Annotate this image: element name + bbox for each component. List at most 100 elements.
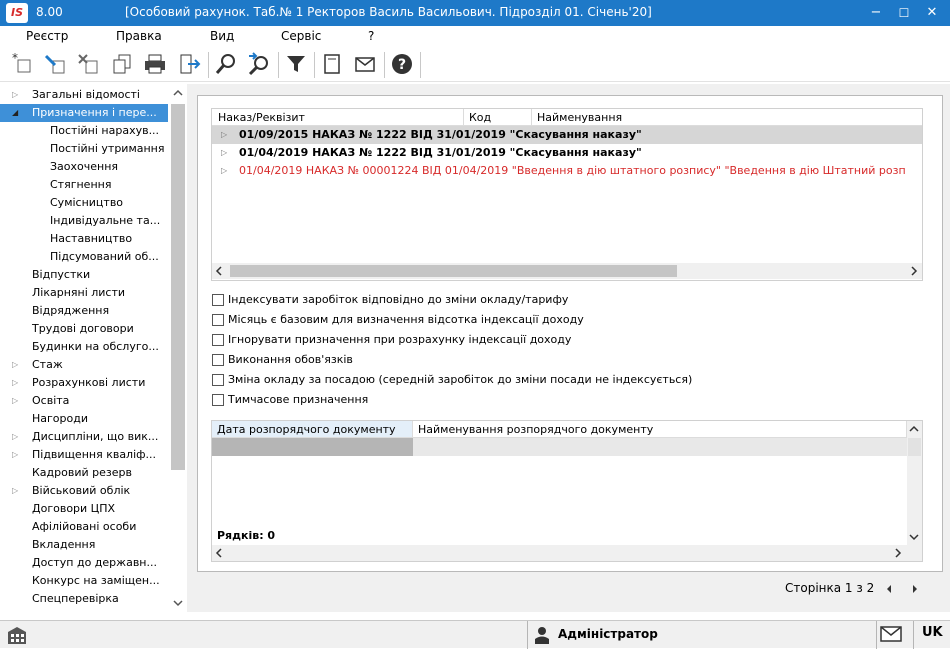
minimize-button[interactable]: − bbox=[862, 0, 890, 26]
menu-edit[interactable]: Правка bbox=[116, 29, 162, 43]
sidebar-item[interactable]: Відпустки bbox=[0, 266, 168, 284]
scroll-up-icon[interactable] bbox=[909, 424, 919, 434]
row-expand-icon[interactable]: ▷ bbox=[221, 162, 227, 180]
sidebar-item[interactable]: Постійні утримання bbox=[0, 140, 168, 158]
sidebar-item[interactable]: Афілійовані особи bbox=[0, 518, 168, 536]
status-bar: Адміністратор UK bbox=[0, 620, 950, 649]
close-button[interactable]: ✕ bbox=[918, 0, 946, 26]
sidebar-item[interactable]: Доступ до державн... bbox=[0, 554, 168, 572]
sidebar-item[interactable]: Лікарняні листи bbox=[0, 284, 168, 302]
sidebar-item[interactable]: Нагороди bbox=[0, 410, 168, 428]
expand-icon[interactable]: ▷ bbox=[12, 86, 18, 104]
find-next-icon[interactable] bbox=[247, 52, 271, 76]
exit-icon[interactable] bbox=[177, 52, 201, 76]
scroll-left-icon[interactable] bbox=[214, 266, 224, 276]
checkbox-box[interactable] bbox=[212, 294, 224, 306]
document-icon[interactable] bbox=[320, 52, 344, 76]
orders-hscroll-thumb[interactable] bbox=[230, 265, 677, 277]
sidebar-item[interactable]: Індивідуальне та... bbox=[0, 212, 168, 230]
sidebar-item[interactable]: Підсумований об... bbox=[0, 248, 168, 266]
expand-icon[interactable]: ▷ bbox=[12, 392, 18, 410]
scroll-down-icon[interactable] bbox=[909, 532, 919, 542]
toolbar-separator bbox=[420, 52, 421, 78]
column-code[interactable]: Код bbox=[464, 109, 532, 126]
sidebar-item[interactable]: ▷ Підвищення кваліф... bbox=[0, 446, 168, 464]
sidebar-item[interactable]: Вкладення bbox=[0, 536, 168, 554]
sidebar-item[interactable]: ▷ Загальні відомості bbox=[0, 86, 168, 104]
sidebar-item[interactable]: ▷ Освіта bbox=[0, 392, 168, 410]
sidebar-item[interactable]: Постійні нарахув... bbox=[0, 122, 168, 140]
sidebar: ▷ Загальні відомості ◢ Призначення і пере..… bbox=[0, 84, 186, 612]
row-expand-icon[interactable]: ▷ bbox=[221, 144, 227, 162]
sidebar-item[interactable]: Сумісництво bbox=[0, 194, 168, 212]
menu-view[interactable]: Вид bbox=[210, 29, 234, 43]
expand-icon[interactable]: ▷ bbox=[12, 374, 18, 392]
column-doc-date[interactable]: Дата розпорядчого документу bbox=[212, 421, 413, 438]
language-indicator[interactable]: UK bbox=[922, 625, 943, 640]
next-page-icon[interactable] bbox=[910, 584, 920, 594]
sidebar-item[interactable]: Трудові договори bbox=[0, 320, 168, 338]
docs-vscroll-thumb[interactable] bbox=[908, 438, 921, 456]
sidebar-item[interactable]: Спецперевірка bbox=[0, 590, 168, 608]
sidebar-item[interactable]: ▷ Дисципліни, що вик... bbox=[0, 428, 168, 446]
scroll-right-icon[interactable] bbox=[893, 548, 903, 558]
expand-icon[interactable]: ▷ bbox=[12, 482, 18, 500]
docs-hscrollbar[interactable] bbox=[212, 545, 922, 561]
checkbox-box[interactable] bbox=[212, 334, 224, 346]
sidebar-item[interactable]: Договори ЦПХ bbox=[0, 500, 168, 518]
sidebar-item[interactable]: Будинки на обслуго... bbox=[0, 338, 168, 356]
add-icon[interactable]: * bbox=[10, 52, 34, 76]
menu-service[interactable]: Сервіс bbox=[281, 29, 321, 43]
menu-help[interactable]: ? bbox=[368, 29, 374, 43]
building-icon[interactable] bbox=[6, 624, 28, 646]
sidebar-item[interactable]: Відрядження bbox=[0, 302, 168, 320]
help-icon[interactable]: ? bbox=[390, 52, 414, 76]
filter-icon[interactable] bbox=[284, 52, 308, 76]
delete-icon[interactable] bbox=[76, 52, 100, 76]
scroll-up-icon[interactable] bbox=[172, 88, 184, 98]
sidebar-item[interactable]: ▷ Військовий облік bbox=[0, 482, 168, 500]
find-icon[interactable] bbox=[214, 52, 238, 76]
prev-page-icon[interactable] bbox=[884, 584, 894, 594]
table-row[interactable]: ▷ 01/04/2019 НАКАЗ № 1222 ВІД 31/01/2019… bbox=[212, 144, 922, 162]
table-cell[interactable] bbox=[212, 438, 413, 456]
app-logo: IS bbox=[6, 3, 28, 23]
sidebar-item[interactable]: Заохочення bbox=[0, 158, 168, 176]
table-row[interactable]: ▷ 01/04/2019 НАКАЗ № 00001224 ВІД 01/04/… bbox=[212, 162, 922, 180]
sidebar-item[interactable]: Кадровий резерв bbox=[0, 464, 168, 482]
sidebar-item[interactable]: ▷ Розрахункові листи bbox=[0, 374, 168, 392]
column-order[interactable]: Наказ/Реквізит bbox=[212, 109, 464, 126]
sidebar-item[interactable]: Конкурс на заміщен... bbox=[0, 572, 168, 590]
table-row[interactable]: ▷ 01/09/2015 НАКАЗ № 1222 ВІД 31/01/2019… bbox=[212, 126, 922, 144]
row-expand-icon[interactable]: ▷ bbox=[221, 126, 227, 144]
expand-icon[interactable]: ▷ bbox=[12, 446, 18, 464]
toolbar-separator bbox=[384, 52, 385, 78]
scroll-left-icon[interactable] bbox=[214, 548, 224, 558]
copy-icon[interactable] bbox=[110, 52, 134, 76]
expand-icon[interactable]: ▷ bbox=[12, 428, 18, 446]
sidebar-item-label: Відрядження bbox=[32, 304, 110, 317]
sidebar-scroll-thumb[interactable] bbox=[171, 104, 185, 470]
scroll-down-icon[interactable] bbox=[172, 598, 184, 608]
sidebar-item[interactable]: ◢ Призначення і пере... bbox=[0, 104, 168, 122]
scroll-right-icon[interactable] bbox=[909, 266, 919, 276]
column-name[interactable]: Найменування bbox=[532, 109, 922, 126]
sidebar-item[interactable]: Наставництво bbox=[0, 230, 168, 248]
mail-icon[interactable] bbox=[880, 626, 902, 642]
expand-icon[interactable]: ▷ bbox=[12, 356, 18, 374]
sidebar-item[interactable]: ▷ Стаж bbox=[0, 356, 168, 374]
menu-registry[interactable]: Реєстр bbox=[26, 29, 68, 43]
checkbox-box[interactable] bbox=[212, 354, 224, 366]
collapse-icon[interactable]: ◢ bbox=[12, 104, 18, 122]
sidebar-item-label: Індивідуальне та... bbox=[50, 214, 161, 227]
mail-icon[interactable] bbox=[353, 52, 377, 76]
sidebar-item[interactable]: Стягнення bbox=[0, 176, 168, 194]
maximize-button[interactable]: ☐ bbox=[890, 0, 918, 26]
checkbox-box[interactable] bbox=[212, 394, 224, 406]
column-doc-name[interactable]: Найменування розпорядчого документу bbox=[413, 421, 907, 438]
checkbox-box[interactable] bbox=[212, 314, 224, 326]
rows-count: Рядків: 0 bbox=[217, 529, 276, 542]
print-icon[interactable] bbox=[143, 52, 167, 76]
checkbox-box[interactable] bbox=[212, 374, 224, 386]
edit-icon[interactable] bbox=[43, 52, 67, 76]
